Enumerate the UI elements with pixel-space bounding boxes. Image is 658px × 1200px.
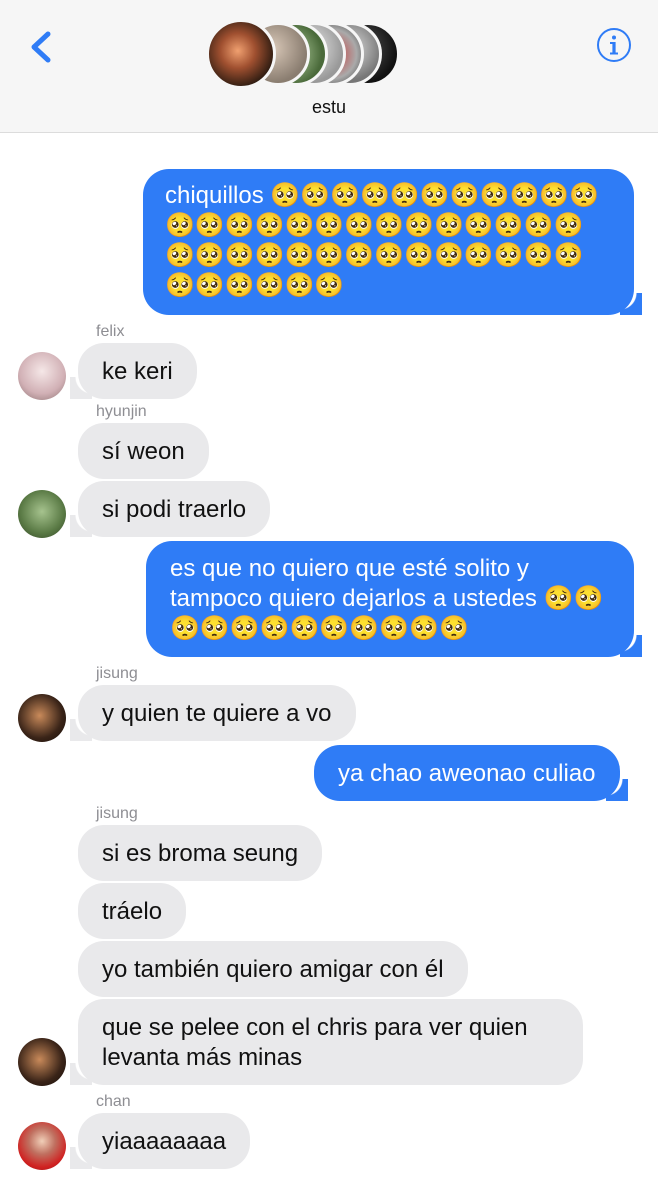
avatar[interactable] (18, 352, 66, 400)
conversation-header: estu (0, 0, 658, 133)
sender-name: jisung (96, 805, 138, 822)
message-bubble-incoming[interactable]: si es broma seung (78, 825, 323, 881)
avatar[interactable] (18, 490, 66, 538)
info-icon (597, 28, 631, 62)
message-list: chiquillos 🥺🥺🥺🥺🥺🥺🥺🥺🥺🥺🥺🥺🥺🥺🥺🥺🥺🥺🥺🥺🥺🥺🥺🥺🥺🥺🥺🥺🥺… (0, 133, 658, 1200)
message-bubble-outgoing[interactable]: chiquillos 🥺🥺🥺🥺🥺🥺🥺🥺🥺🥺🥺🥺🥺🥺🥺🥺🥺🥺🥺🥺🥺🥺🥺🥺🥺🥺🥺🥺🥺… (143, 169, 642, 315)
group-name[interactable]: estu (0, 97, 658, 118)
info-button[interactable] (596, 27, 632, 63)
avatar[interactable] (18, 1038, 66, 1086)
message-bubble-incoming[interactable]: si podi traerlo (69, 481, 271, 537)
back-button[interactable] (22, 22, 62, 72)
sender-name: felix (96, 323, 125, 340)
message-bubble-incoming[interactable]: ke keri (70, 343, 197, 399)
group-avatars[interactable] (206, 19, 416, 89)
message-bubble-incoming[interactable]: tráelo (78, 883, 187, 939)
message-bubble-incoming[interactable]: y quien te quiere a vo (70, 685, 356, 741)
sender-name: hyunjin (96, 403, 147, 420)
message-bubble-outgoing[interactable]: ya chao aweonao culiao (314, 745, 628, 801)
message-bubble-incoming[interactable]: yiaaaaaaaa (69, 1113, 251, 1169)
message-bubble-outgoing[interactable]: es que no quiero que esté solito y tampo… (146, 541, 642, 657)
sender-name: jisung (96, 665, 138, 682)
message-bubble-incoming[interactable]: yo también quiero amigar con él (78, 941, 468, 997)
message-bubble-incoming[interactable]: que se pelee con el chris para ver quien… (70, 999, 583, 1085)
chevron-left-icon (31, 31, 51, 63)
message-bubble-incoming[interactable]: sí weon (78, 423, 209, 479)
avatar[interactable] (18, 694, 66, 742)
avatar[interactable] (18, 1122, 66, 1170)
sender-name: chan (96, 1093, 131, 1110)
group-member-avatar (206, 19, 276, 89)
